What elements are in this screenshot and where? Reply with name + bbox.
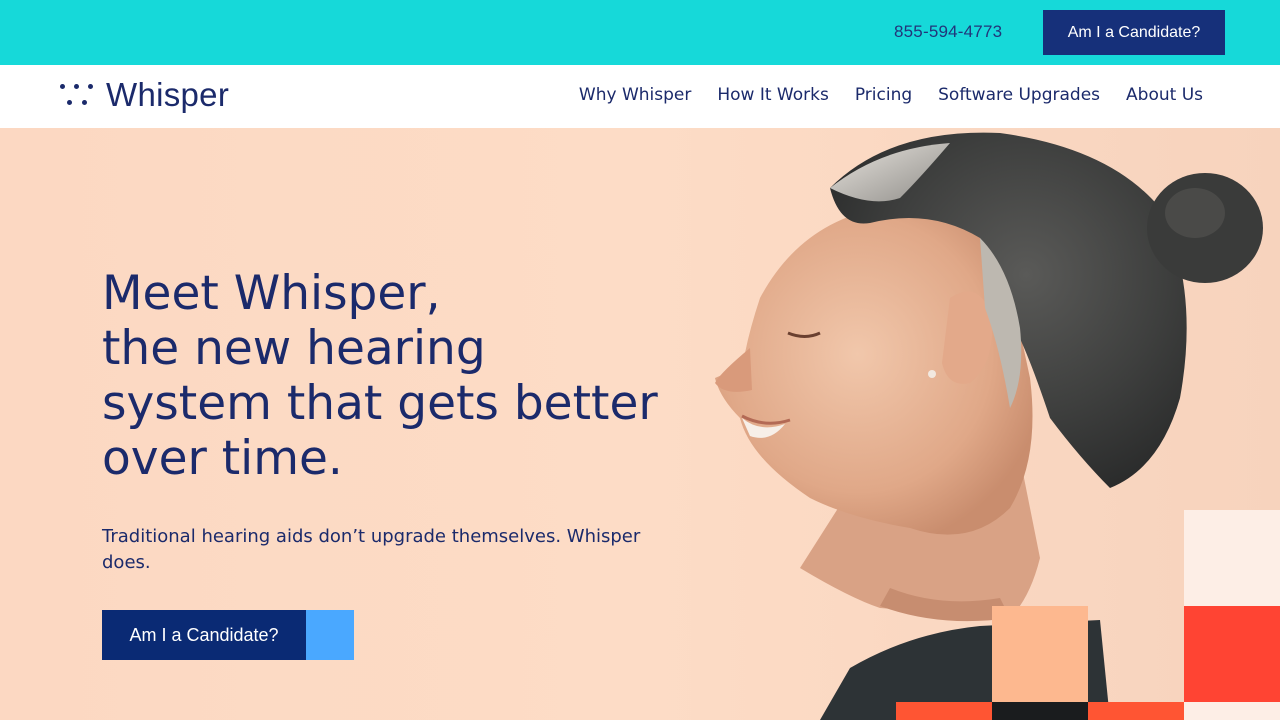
headline-line-2: the new hearing xyxy=(102,321,486,376)
top-utility-bar: 855-594-4773 Am I a Candidate? xyxy=(0,0,1280,65)
logo[interactable]: Whisper xyxy=(58,76,230,113)
candidate-button-accent xyxy=(306,610,354,660)
headline-line-4: over time. xyxy=(102,431,343,486)
hero-subtitle: Traditional hearing aids don’t upgrade t… xyxy=(102,526,641,573)
hero-headline: Meet Whisper, the new hearing system tha… xyxy=(102,266,702,486)
candidate-button-header[interactable]: Am I a Candidate? xyxy=(1043,10,1225,55)
nav-pricing[interactable]: Pricing xyxy=(855,85,912,105)
block-orange-left xyxy=(896,702,992,720)
logo-dots-icon xyxy=(58,80,96,110)
headline-line-3: system that gets better xyxy=(102,376,658,431)
nav-about-us[interactable]: About Us xyxy=(1126,85,1203,105)
candidate-button-hero[interactable]: Am I a Candidate? xyxy=(102,610,354,660)
primary-nav: Why Whisper How It Works Pricing Softwar… xyxy=(579,85,1203,105)
logo-wordmark: Whisper xyxy=(106,76,230,113)
hero-section: Meet Whisper, the new hearing system tha… xyxy=(0,128,1280,720)
block-black xyxy=(992,702,1088,720)
candidate-button-label[interactable]: Am I a Candidate? xyxy=(102,610,306,660)
main-navbar: Whisper Why Whisper How It Works Pricing… xyxy=(0,65,1280,128)
block-red xyxy=(1184,606,1280,702)
nav-how-it-works[interactable]: How It Works xyxy=(717,85,828,105)
nav-software-upgrades[interactable]: Software Upgrades xyxy=(938,85,1100,105)
nav-why-whisper[interactable]: Why Whisper xyxy=(579,85,691,105)
phone-link[interactable]: 855-594-4773 xyxy=(894,22,1002,42)
block-dark xyxy=(1088,702,1184,720)
headline-line-1: Meet Whisper, xyxy=(102,266,441,321)
block-cream xyxy=(1184,510,1280,606)
block-peach xyxy=(992,606,1088,702)
block-light xyxy=(1184,702,1280,720)
